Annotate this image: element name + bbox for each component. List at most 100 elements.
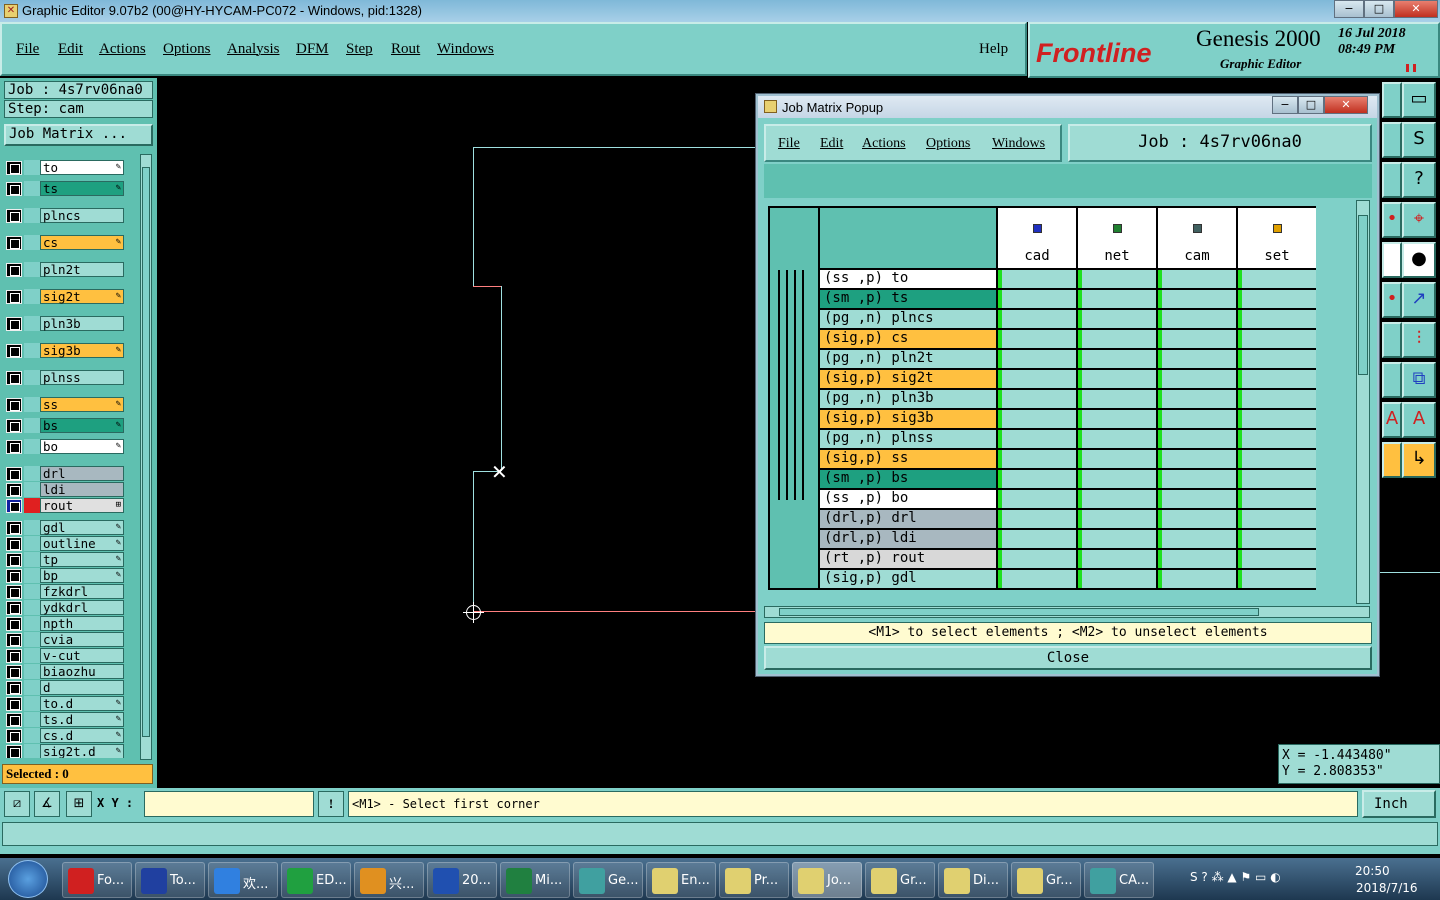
- matrix-cell[interactable]: [1158, 550, 1236, 568]
- matrix-row-label[interactable]: (drl,p) drl: [820, 510, 996, 528]
- taskbar-item[interactable]: Gr...: [865, 862, 935, 898]
- matrix-row-label[interactable]: (sig,p) cs: [820, 330, 996, 348]
- layer-name[interactable]: bp ✎: [40, 568, 124, 583]
- menu-actions[interactable]: Actions: [99, 41, 146, 58]
- layer-name[interactable]: pln3b: [40, 316, 124, 331]
- scroll-thumb[interactable]: [142, 167, 150, 737]
- layer-name[interactable]: fzkdrl: [40, 584, 124, 599]
- layer-row-biaozhu[interactable]: biaozhu: [6, 664, 124, 679]
- layer-checkbox[interactable]: [6, 317, 22, 331]
- maximize-button[interactable]: □: [1364, 0, 1394, 18]
- popup-minimize-button[interactable]: −: [1272, 96, 1298, 114]
- matrix-cell[interactable]: [998, 330, 1076, 348]
- popup-menu-windows[interactable]: Windows: [992, 136, 1045, 152]
- layer-swatch[interactable]: [24, 439, 40, 454]
- menu-help[interactable]: Help: [979, 41, 1008, 58]
- tool-button[interactable]: [1382, 362, 1402, 398]
- matrix-cell[interactable]: [1158, 350, 1236, 368]
- layer-checkbox[interactable]: [6, 713, 22, 727]
- tool-flip-icon[interactable]: ⫶: [1402, 322, 1436, 358]
- taskbar-item[interactable]: 兴...: [354, 862, 424, 898]
- popup-menu-file[interactable]: File: [778, 136, 800, 152]
- matrix-cell[interactable]: [998, 370, 1076, 388]
- layer-row-gdl[interactable]: gdl ✎: [6, 520, 124, 535]
- layer-name[interactable]: bo ✎: [40, 439, 124, 454]
- layer-row-npth[interactable]: npth: [6, 616, 124, 631]
- matrix-cell[interactable]: [1078, 350, 1156, 368]
- menu-dfm[interactable]: DFM: [296, 41, 329, 58]
- units-selector[interactable]: Inch: [1362, 790, 1436, 818]
- layer-swatch[interactable]: [24, 744, 40, 758]
- matrix-hscroll[interactable]: [764, 606, 1370, 618]
- window-title-bar[interactable]: ✕ Graphic Editor 9.07b2 (00@HY-HYCAM-PC0…: [0, 0, 1440, 22]
- layer-row-fzkdrl[interactable]: fzkdrl: [6, 584, 124, 599]
- layer-swatch[interactable]: [24, 466, 40, 481]
- tool-line-icon[interactable]: ↗: [1402, 282, 1436, 318]
- matrix-cell[interactable]: [1158, 310, 1236, 328]
- matrix-cell[interactable]: [1238, 550, 1316, 568]
- vscroll-thumb[interactable]: [1358, 215, 1368, 375]
- layer-checkbox[interactable]: [6, 398, 22, 412]
- layer-swatch[interactable]: [24, 680, 40, 695]
- layer-name[interactable]: ts ✎: [40, 181, 124, 196]
- taskbar-item[interactable]: CA...: [1084, 862, 1154, 898]
- layer-name[interactable]: rout ⊞: [40, 498, 124, 513]
- layer-name[interactable]: sig2t.d ✎: [40, 744, 124, 758]
- layer-checkbox[interactable]: [6, 467, 22, 481]
- step-column-net[interactable]: net: [1078, 208, 1156, 268]
- layer-checkbox[interactable]: [6, 633, 22, 647]
- layer-row-drl[interactable]: drl: [6, 466, 124, 481]
- layer-swatch[interactable]: [24, 728, 40, 743]
- layer-name[interactable]: to.d ✎: [40, 696, 124, 711]
- tool-text-icon[interactable]: A: [1402, 402, 1436, 438]
- matrix-row-label[interactable]: (rt ,p) rout: [820, 550, 996, 568]
- layer-name[interactable]: cvia: [40, 632, 124, 647]
- matrix-row-label[interactable]: (sm ,p) ts: [820, 290, 996, 308]
- matrix-cell[interactable]: [1238, 310, 1316, 328]
- zoom-area-icon[interactable]: ⧄: [4, 791, 30, 817]
- layer-row-d[interactable]: d: [6, 680, 124, 695]
- layer-swatch[interactable]: [24, 181, 40, 196]
- matrix-cell[interactable]: [1078, 430, 1156, 448]
- layer-name[interactable]: sig2t ✎: [40, 289, 124, 304]
- matrix-cell[interactable]: [998, 310, 1076, 328]
- layer-checkbox[interactable]: [6, 419, 22, 433]
- taskbar-item[interactable]: Ge...: [573, 862, 643, 898]
- layer-swatch[interactable]: [24, 208, 40, 223]
- matrix-cell[interactable]: [1238, 450, 1316, 468]
- popup-close-action[interactable]: Close: [764, 646, 1372, 670]
- layer-row-to.d[interactable]: to.d ✎: [6, 696, 124, 711]
- layer-swatch[interactable]: [24, 418, 40, 433]
- step-column-cad[interactable]: cad: [998, 208, 1076, 268]
- step-column-set[interactable]: set: [1238, 208, 1316, 268]
- layer-name[interactable]: ldi: [40, 482, 124, 497]
- layer-name[interactable]: plncs: [40, 208, 124, 223]
- taskbar-item[interactable]: Gr...: [1011, 862, 1081, 898]
- layer-checkbox[interactable]: [6, 745, 22, 758]
- matrix-cell[interactable]: [1078, 470, 1156, 488]
- layer-row-pln2t[interactable]: pln2t: [6, 262, 124, 277]
- matrix-cell[interactable]: [1158, 390, 1236, 408]
- matrix-cell[interactable]: [1078, 270, 1156, 288]
- matrix-grid[interactable]: cad net cam set (ss ,p) to (sm ,p) ts (pg ,n) …: [768, 206, 1316, 590]
- taskbar-item[interactable]: To...: [135, 862, 205, 898]
- layer-checkbox[interactable]: [6, 537, 22, 551]
- matrix-cell[interactable]: [1238, 490, 1316, 508]
- matrix-cell[interactable]: [998, 490, 1076, 508]
- matrix-cell[interactable]: [998, 390, 1076, 408]
- popup-menu-actions[interactable]: Actions: [862, 136, 906, 152]
- matrix-cell[interactable]: [1158, 410, 1236, 428]
- matrix-vscroll[interactable]: [1356, 200, 1370, 604]
- matrix-row-label[interactable]: (sig,p) gdl: [820, 570, 996, 588]
- layer-row-tp[interactable]: tp ✎: [6, 552, 124, 567]
- layer-row-bo[interactable]: bo ✎: [6, 439, 124, 454]
- menu-options[interactable]: Options: [163, 41, 211, 58]
- menu-edit[interactable]: Edit: [58, 41, 83, 58]
- layer-checkbox[interactable]: [6, 665, 22, 679]
- layer-row-plncs[interactable]: plncs: [6, 208, 124, 223]
- layer-checkbox[interactable]: [6, 585, 22, 599]
- layer-swatch[interactable]: [24, 616, 40, 631]
- tool-button[interactable]: [1382, 162, 1402, 198]
- layer-name[interactable]: v-cut: [40, 648, 124, 663]
- hscroll-thumb[interactable]: [779, 608, 1259, 616]
